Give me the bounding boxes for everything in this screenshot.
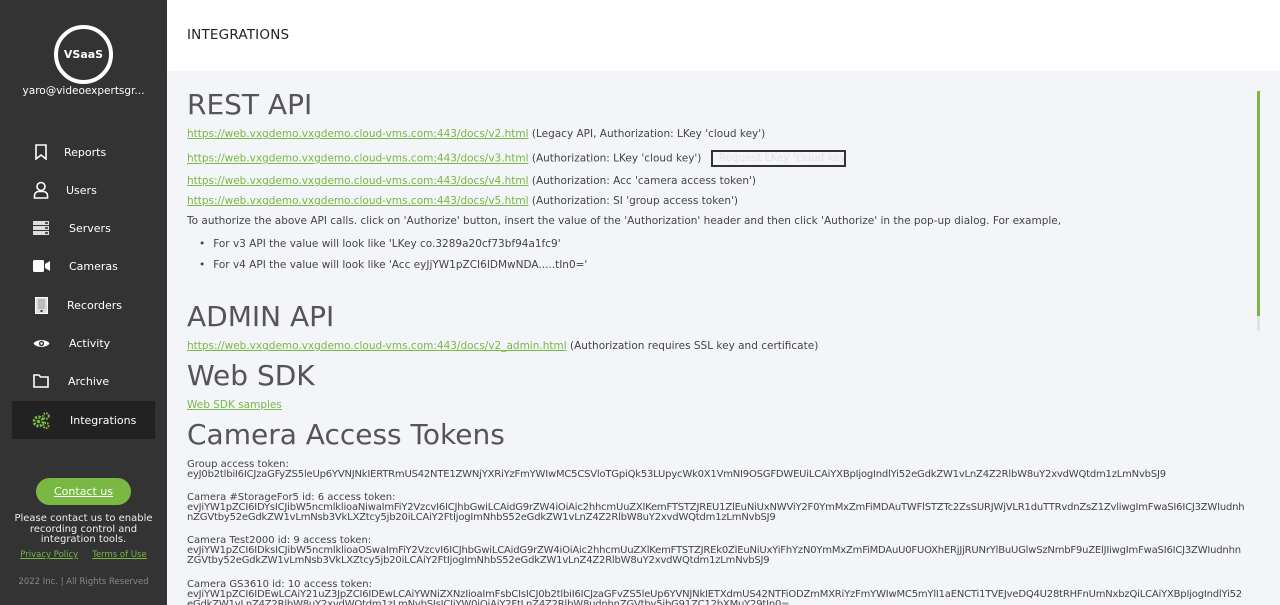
web-sdk-heading: Web SDK (187, 359, 315, 392)
scrollbar[interactable] (1257, 91, 1260, 331)
legal-links: Privacy Policy Terms of Use (0, 550, 167, 560)
token-value[interactable]: evJiYW1pZCI6IDksICJibW5ncmlklioaOSwaImFi… (187, 546, 1247, 566)
bookmark-icon (32, 143, 50, 161)
sidebar-item-recorders[interactable]: Recorders (12, 286, 155, 324)
request-lkey-button[interactable]: Request LKey 'cloud key' (710, 150, 846, 167)
api-v5-note: (Authorization: SI 'group access token') (531, 195, 739, 207)
user-icon (32, 181, 50, 199)
vsaas-logo[interactable]: VSaaS (54, 25, 113, 84)
folder-icon (32, 372, 50, 390)
sidebar-item-label: Recorders (67, 298, 123, 312)
recorder-icon (32, 296, 50, 314)
web-sdk-row: Web SDK samples (187, 399, 282, 411)
sidebar-item-archive[interactable]: Archive (12, 362, 155, 400)
api-link-row: https://web.vxgdemo.vxgdemo.cloud-vms.co… (187, 128, 765, 140)
token-item: Camera Test2000 id: 9 access token: evJi… (187, 536, 1247, 566)
token-value[interactable]: evJiYW1pZCI6IDEwLCAiY21uZ3JpZCI6IDEwLCAi… (187, 590, 1247, 605)
sidebar-item-label: Users (66, 183, 97, 197)
contact-note: Please contact us to enable recording co… (14, 513, 153, 545)
api-v4-note: (Authorization: Acc 'camera access token… (531, 175, 756, 187)
api-link-row: https://web.vxgdemo.vxgdemo.cloud-vms.co… (187, 175, 756, 187)
token-item: Camera #StorageFor5 id: 6 access token: … (187, 493, 1247, 523)
camera-tokens-heading: Camera Access Tokens (187, 418, 505, 451)
sidebar-item-label: Activity (69, 336, 111, 350)
eye-icon (32, 334, 50, 352)
scrollbar-thumb[interactable] (1257, 91, 1260, 316)
admin-api-note: (Authorization requires SSL key and cert… (569, 340, 819, 352)
web-sdk-samples-link[interactable]: Web SDK samples (187, 399, 282, 411)
api-instructions: To authorize the above API calls. click … (187, 215, 1062, 227)
sidebar-item-label: Servers (69, 221, 111, 235)
sidebar: VSaaS yaro@videoexpertsgr... Reports Use… (0, 0, 167, 605)
sidebar-item-servers[interactable]: Servers (12, 209, 155, 247)
contact-us-button[interactable]: Contact us (36, 478, 131, 505)
api-v2-note: (Legacy API, Authorization: LKey 'cloud … (531, 128, 766, 140)
token-value[interactable]: evJiYW1pZCI6IDYsICJibW5ncmlklioaNiwaImFi… (187, 503, 1247, 523)
api-example: For v3 API the value will look like 'LKe… (199, 238, 560, 250)
copyright: 2022 Inc. | All Rights Reserved (18, 577, 149, 587)
api-v3-link[interactable]: https://web.vxgdemo.vxgdemo.cloud-vms.co… (187, 153, 529, 165)
token-item: Camera GS3610 id: 10 access token: evJiY… (187, 580, 1247, 605)
user-email[interactable]: yaro@videoexpertsgr... (0, 85, 167, 97)
sidebar-item-reports[interactable]: Reports (12, 133, 155, 171)
privacy-policy-link[interactable]: Privacy Policy (20, 550, 78, 560)
page-title: INTEGRATIONS (187, 27, 290, 43)
rest-api-heading: REST API (187, 88, 313, 121)
video-camera-icon (32, 257, 50, 275)
sidebar-item-integrations[interactable]: Integrations (12, 401, 155, 439)
terms-of-use-link[interactable]: Terms of Use (92, 550, 147, 560)
api-example: For v4 API the value will look like 'Acc… (199, 259, 587, 271)
sidebar-item-activity[interactable]: Activity (12, 324, 155, 362)
sidebar-item-label: Reports (64, 145, 107, 159)
api-link-row: https://web.vxgdemo.vxgdemo.cloud-vms.co… (187, 150, 846, 167)
admin-api-row: https://web.vxgdemo.vxgdemo.cloud-vms.co… (187, 340, 818, 352)
admin-api-link[interactable]: https://web.vxgdemo.vxgdemo.cloud-vms.co… (187, 340, 567, 352)
logo-text: VSaaS (63, 48, 104, 61)
gears-icon (32, 411, 50, 429)
top-bar: INTEGRATIONS (167, 0, 1280, 71)
sidebar-item-label: Integrations (70, 413, 137, 427)
admin-api-heading: ADMIN API (187, 300, 335, 333)
api-v3-note: (Authorization: LKey 'cloud key') (531, 152, 702, 165)
sidebar-item-users[interactable]: Users (12, 171, 155, 209)
api-v2-link[interactable]: https://web.vxgdemo.vxgdemo.cloud-vms.co… (187, 128, 529, 140)
api-link-row: https://web.vxgdemo.vxgdemo.cloud-vms.co… (187, 195, 738, 207)
server-icon (32, 219, 50, 237)
main-content: REST API https://web.vxgdemo.vxgdemo.clo… (167, 71, 1280, 605)
token-value[interactable]: eyJ0b2tlbiI6ICJzaGFyZS5leUp6YVNJNkIERTRm… (187, 470, 1247, 480)
token-item: Group access token: eyJ0b2tlbiI6ICJzaGFy… (187, 460, 1247, 480)
sidebar-item-label: Cameras (69, 259, 118, 273)
sidebar-item-cameras[interactable]: Cameras (12, 247, 155, 285)
api-v4-link[interactable]: https://web.vxgdemo.vxgdemo.cloud-vms.co… (187, 175, 529, 187)
api-v5-link[interactable]: https://web.vxgdemo.vxgdemo.cloud-vms.co… (187, 195, 529, 207)
sidebar-item-label: Archive (68, 374, 110, 388)
